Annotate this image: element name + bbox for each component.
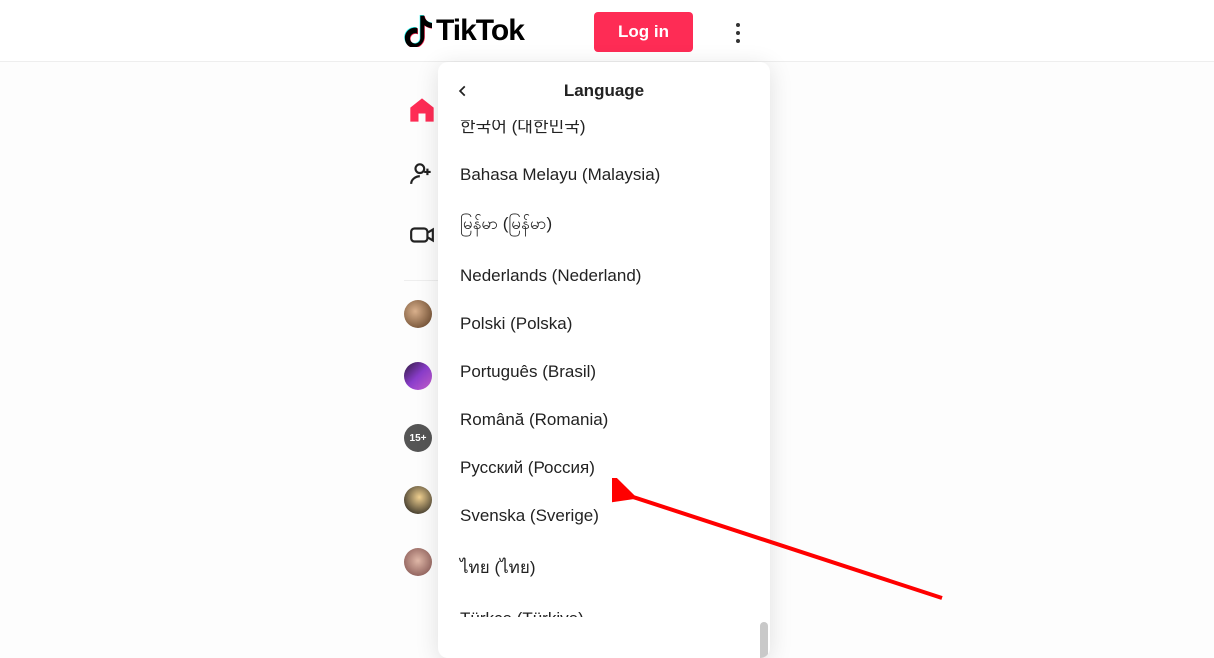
following-icon[interactable] [409, 160, 435, 186]
scrollbar-track[interactable] [758, 182, 770, 658]
more-menu-button[interactable] [728, 20, 748, 46]
language-option[interactable]: Bahasa Melayu (Malaysia) [438, 151, 770, 199]
avatar[interactable] [404, 486, 432, 514]
language-dropdown: Language 한국어 (대한민국) Bahasa Melayu (Malay… [438, 62, 770, 658]
language-option[interactable]: Română (Romania) [438, 396, 770, 444]
language-option[interactable]: Svenska (Sverige) [438, 492, 770, 540]
avatar[interactable] [404, 548, 432, 576]
app-header: TikTok Log in [0, 0, 1214, 62]
tiktok-note-icon [404, 15, 432, 47]
dropdown-header: Language [438, 62, 770, 120]
avatar[interactable]: 15+ [404, 424, 432, 452]
language-option[interactable]: Nederlands (Nederland) [438, 252, 770, 300]
login-button[interactable]: Log in [594, 12, 693, 52]
home-icon[interactable] [408, 96, 436, 124]
language-option[interactable]: ไทย (ไทย) [438, 540, 770, 595]
language-option[interactable]: Português (Brasil) [438, 348, 770, 396]
language-list[interactable]: 한국어 (대한민국) Bahasa Melayu (Malaysia) မြန်… [438, 120, 770, 658]
language-option[interactable]: မြန်မာ (မြန်မာ) [438, 199, 770, 252]
language-option[interactable]: Русский (Россия) [438, 444, 770, 492]
avatar[interactable] [404, 362, 432, 390]
nav-divider [404, 280, 440, 281]
suggested-accounts: 15+ [404, 300, 434, 576]
brand-logo[interactable]: TikTok [404, 14, 524, 48]
dropdown-title: Language [564, 81, 644, 101]
avatar[interactable] [404, 300, 432, 328]
language-option[interactable]: Türkçe (Türkiye) [438, 595, 770, 617]
language-option[interactable]: 한국어 (대한민국) [438, 120, 770, 151]
side-nav [404, 96, 440, 248]
back-button[interactable] [448, 76, 478, 106]
chevron-left-icon [456, 84, 470, 98]
brand-name: TikTok [436, 14, 524, 48]
scrollbar-thumb[interactable] [760, 622, 768, 658]
language-option[interactable]: Polski (Polska) [438, 300, 770, 348]
live-icon[interactable] [409, 222, 435, 248]
